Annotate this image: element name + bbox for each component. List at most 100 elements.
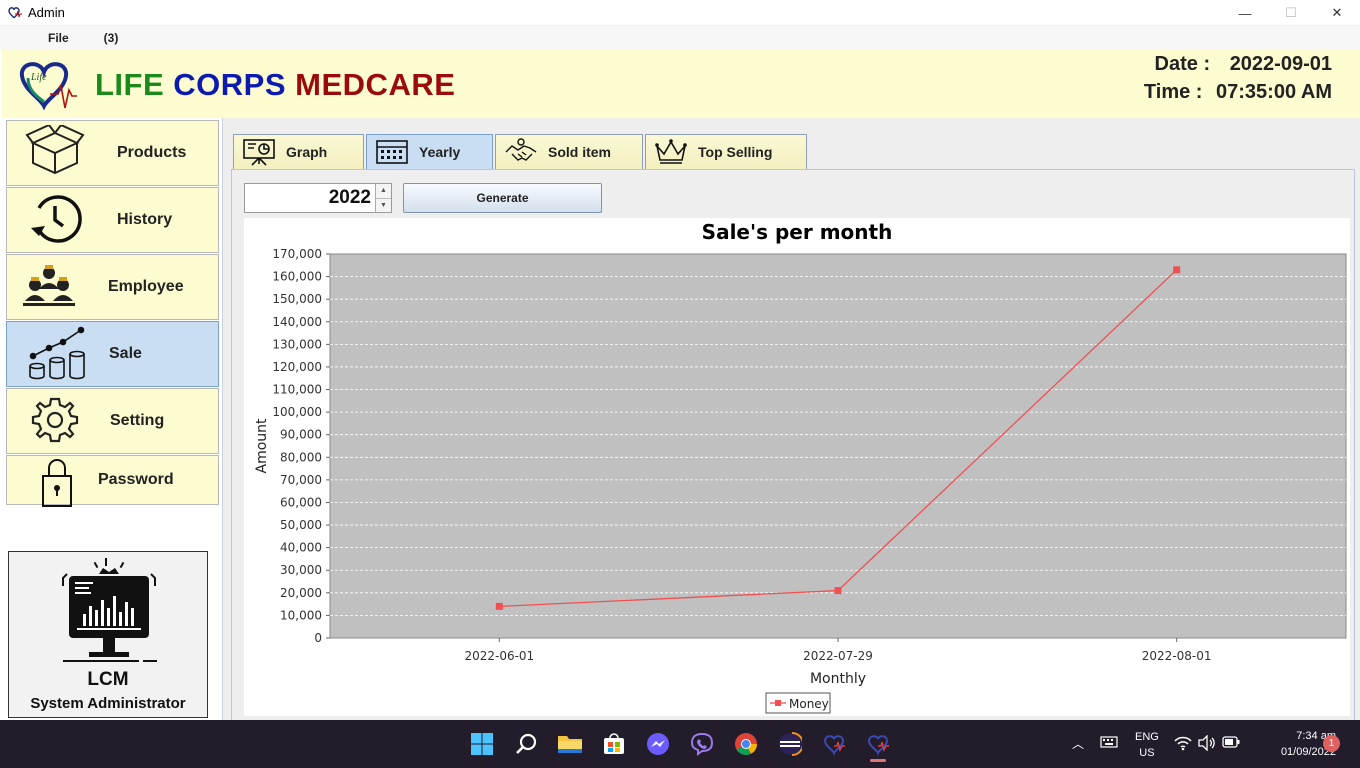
sidebar-item-label: History	[117, 211, 173, 228]
tab-label: Graph	[286, 144, 328, 160]
viber-icon	[690, 732, 714, 756]
taskbar-chrome[interactable]	[724, 724, 768, 764]
taskbar-viber[interactable]	[680, 724, 724, 764]
sidebar-item-password[interactable]: Password	[6, 454, 219, 508]
sidebar-item-history[interactable]: History	[6, 187, 219, 253]
plot-area	[329, 253, 1347, 639]
taskbar-messenger[interactable]	[636, 724, 680, 764]
sidebar-item-label: Sale	[109, 345, 142, 362]
sidebar-item-setting[interactable]: Setting	[6, 388, 219, 454]
handshake-icon	[504, 138, 538, 166]
language-indicator[interactable]: ENG US	[1135, 729, 1159, 761]
admin-role: System Administrator	[30, 695, 186, 712]
sidebar-item-products[interactable]: Products	[6, 120, 219, 186]
x-tick-label: 2022-08-01	[1142, 649, 1212, 663]
admin-code: LCM	[87, 669, 129, 690]
y-tick-label: 20,000	[280, 586, 322, 600]
store-icon	[604, 733, 624, 754]
taskbar-search[interactable]	[504, 724, 548, 764]
chevron-up-icon[interactable]: ︿	[1072, 735, 1084, 752]
eclipse-icon	[779, 732, 802, 756]
brand-word-medcare: MEDCARE	[295, 67, 456, 102]
taskbar: ︿ ENG US 7:34 am 01/09/2022 1	[0, 720, 1360, 768]
life-corps-app-icon	[823, 735, 845, 756]
x-axis-label: Monthly	[810, 671, 866, 687]
maximize-button[interactable]: ☐	[1268, 0, 1314, 26]
sidebar-item-label: Setting	[110, 412, 165, 429]
tab-graph[interactable]: Graph	[233, 134, 364, 169]
y-tick-label: 90,000	[280, 428, 322, 442]
y-tick-label: 150,000	[272, 292, 322, 306]
admin-monitor-icon	[62, 558, 157, 662]
notification-badge[interactable]: 1	[1323, 735, 1340, 752]
menu-bar: File (3)	[0, 26, 1360, 50]
presentation-icon	[242, 138, 276, 166]
tab-label: Top Selling	[698, 144, 773, 160]
sales-chart-svg: Sale's per month 0 10,000 20,000 30,000 40,00…	[254, 220, 1347, 714]
sale-tabs: Graph Yearly Sold item Top Selling	[233, 134, 809, 170]
menu-file[interactable]: File	[48, 31, 69, 45]
y-tick-label: 110,000	[272, 383, 322, 397]
windows-start-icon	[471, 733, 493, 755]
minimize-button[interactable]: —	[1222, 0, 1268, 26]
life-corps-logo-icon: Life	[19, 62, 77, 111]
tab-sold-item[interactable]: Sold item	[495, 134, 643, 169]
y-tick-label: 30,000	[280, 563, 322, 577]
volume-icon[interactable]	[1198, 735, 1216, 751]
taskbar-file-explorer[interactable]	[548, 724, 592, 764]
data-point	[834, 587, 842, 595]
chrome-icon	[735, 733, 757, 755]
sidebar-item-label: Password	[98, 471, 174, 488]
taskbar-app-1[interactable]	[812, 724, 856, 764]
y-tick-label: 60,000	[280, 495, 322, 509]
close-button[interactable]: ✕	[1314, 0, 1360, 26]
y-tick-label: 100,000	[272, 405, 322, 419]
menu-count[interactable]: (3)	[104, 31, 119, 45]
date-display: Date : 2022-09-01	[1155, 53, 1332, 76]
wifi-icon[interactable]	[1174, 735, 1192, 751]
sidebar-item-employee[interactable]: Employee	[6, 254, 219, 320]
spinner-up-button[interactable]: ▲	[376, 184, 391, 198]
y-tick-label: 50,000	[280, 518, 322, 532]
year-spinner[interactable]: 2022 ▲ ▼	[244, 183, 392, 213]
y-tick-label: 160,000	[272, 270, 322, 284]
tab-label: Yearly	[419, 144, 461, 160]
taskbar-store[interactable]	[592, 724, 636, 764]
spinner-down-button[interactable]: ▼	[376, 197, 391, 212]
tab-yearly[interactable]: Yearly	[366, 134, 493, 169]
calendar-icon	[375, 138, 409, 166]
tab-label: Sold item	[548, 144, 612, 160]
sidebar-item-sale[interactable]: Sale	[6, 321, 219, 387]
battery-icon[interactable]	[1222, 736, 1240, 748]
keyboard-icon[interactable]	[1100, 735, 1118, 749]
time-label: Time :	[1143, 81, 1203, 103]
life-corps-app-icon	[867, 735, 889, 756]
y-tick-label: 120,000	[272, 360, 322, 374]
taskbar-eclipse[interactable]	[768, 724, 812, 764]
brand-word-corps: CORPS	[173, 67, 287, 102]
generate-button[interactable]: Generate	[403, 183, 602, 213]
gear-icon	[25, 393, 85, 447]
y-tick-label: 170,000	[272, 247, 322, 261]
sales-chart: Sale's per month 0 10,000 20,000 30,000 40,00…	[244, 218, 1350, 716]
date-label: Date :	[1154, 53, 1211, 75]
start-button[interactable]	[460, 724, 504, 764]
main-panel: Graph Yearly Sold item Top Selling 2022 …	[222, 118, 1360, 724]
box-icon	[25, 125, 85, 179]
legend-label: Money	[789, 697, 829, 711]
brand-name: LIFE CORPS MEDCARE	[95, 67, 455, 103]
chart-title: Sale's per month	[702, 220, 893, 244]
employees-icon	[19, 259, 79, 313]
window-title: Admin	[28, 5, 65, 20]
legend-marker	[775, 700, 781, 706]
x-tick-label: 2022-06-01	[464, 649, 534, 663]
y-tick-label: 40,000	[280, 541, 322, 555]
year-input[interactable]: 2022	[245, 184, 375, 212]
lock-icon	[27, 454, 87, 508]
tab-top-selling[interactable]: Top Selling	[645, 134, 807, 169]
y-tick-label: 140,000	[272, 315, 322, 329]
y-tick-label: 10,000	[280, 608, 322, 622]
x-tick-label: 2022-07-29	[803, 649, 873, 663]
taskbar-app-2[interactable]	[856, 724, 900, 764]
admin-profile-card: LCM System Administrator	[8, 551, 208, 718]
